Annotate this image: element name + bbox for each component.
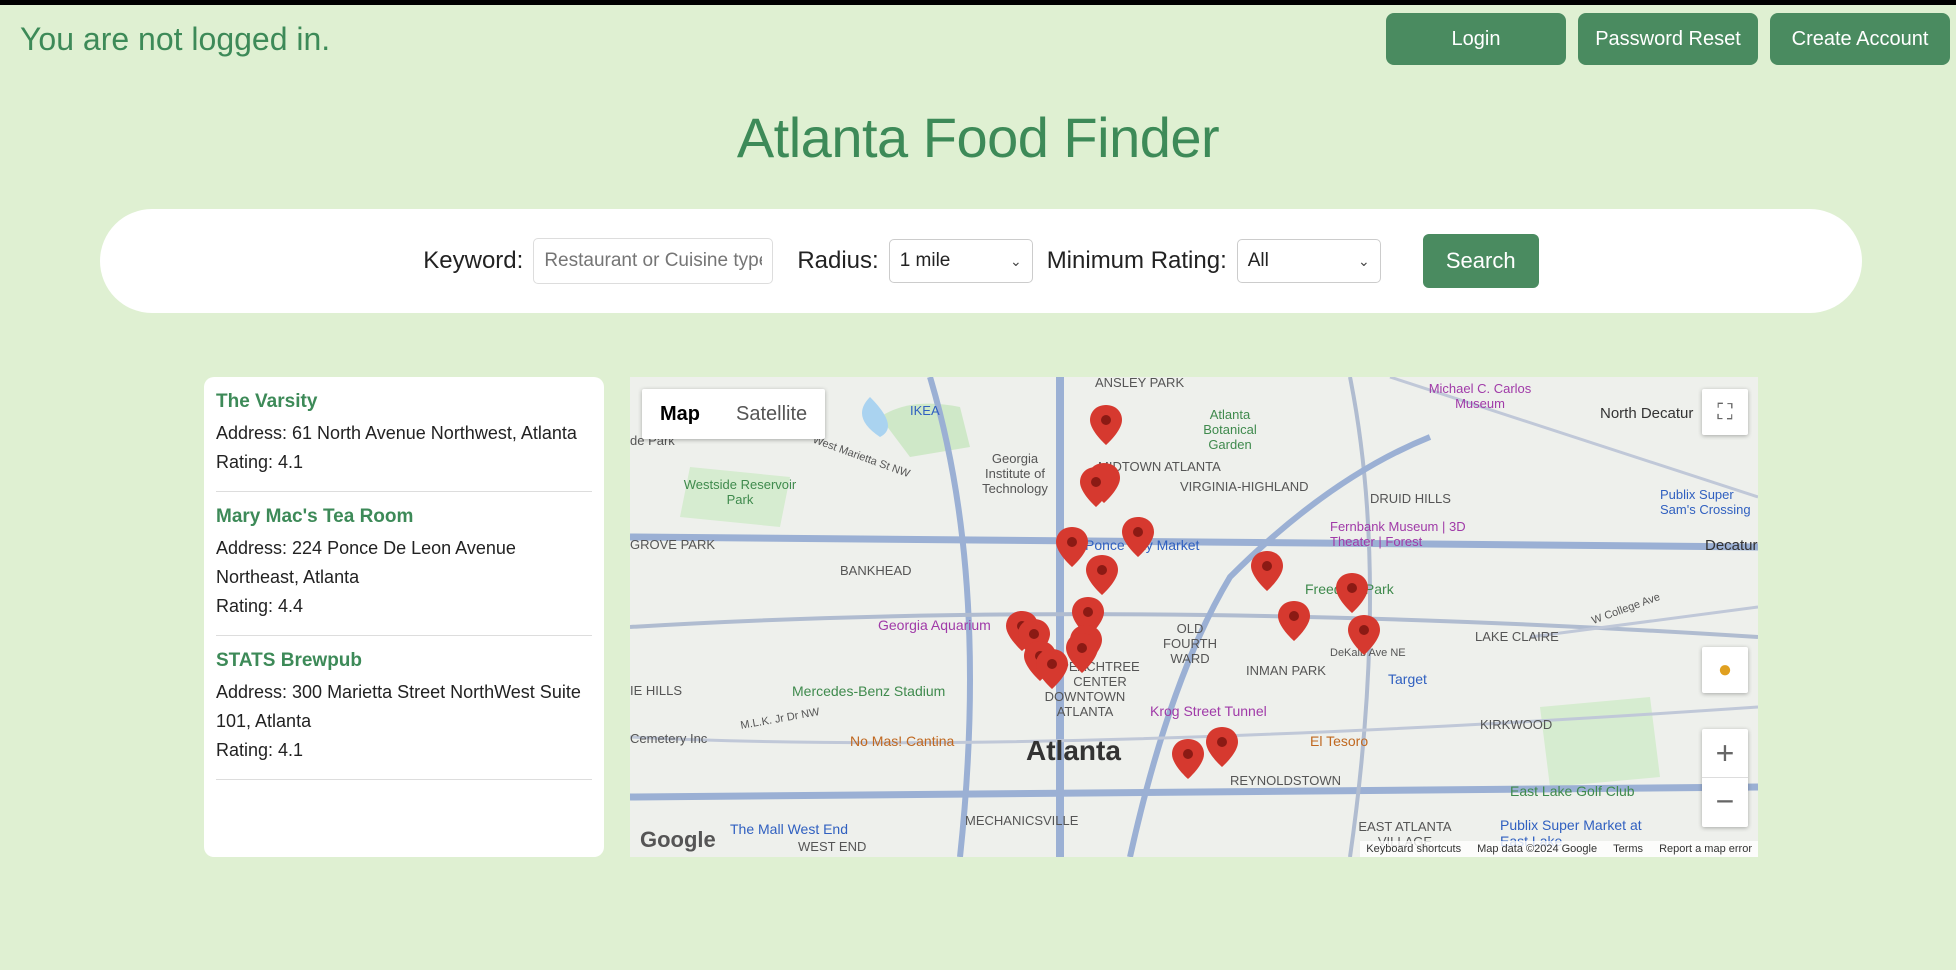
keyboard-shortcuts-link[interactable]: Keyboard shortcuts: [1366, 843, 1461, 855]
keyword-input[interactable]: [533, 238, 774, 284]
map-type-control: Map Satellite: [642, 389, 826, 439]
map-marker[interactable]: [1172, 739, 1204, 779]
map-marker[interactable]: [1122, 517, 1154, 557]
login-button[interactable]: Login: [1386, 13, 1566, 65]
restaurant-address: Address: 300 Marietta Street NorthWest S…: [216, 682, 581, 731]
map-marker[interactable]: [1086, 555, 1118, 595]
map-marker[interactable]: [1278, 601, 1310, 641]
fullscreen-icon: ⛶: [1717, 399, 1733, 424]
rating-value: All: [1247, 250, 1269, 271]
map-type-satellite-button[interactable]: Satellite: [718, 389, 825, 439]
create-account-button[interactable]: Create Account: [1770, 13, 1950, 65]
restaurant-rating: Rating: 4.1: [216, 740, 304, 760]
zoom-out-button[interactable]: −: [1702, 778, 1748, 826]
restaurant-rating: Rating: 4.1: [216, 452, 304, 472]
results-list: The Varsity Address: 61 North Avenue Nor…: [204, 377, 604, 857]
report-error-link[interactable]: Report a map error: [1659, 843, 1752, 855]
list-item[interactable]: The Varsity Address: 61 North Avenue Nor…: [216, 377, 592, 492]
restaurant-name[interactable]: Mary Mac's Tea Room: [216, 506, 592, 528]
radius-label: Radius:: [797, 247, 879, 274]
map-data-text: Map data ©2024 Google: [1477, 843, 1598, 855]
map-marker[interactable]: [1080, 467, 1112, 507]
restaurant-address: Address: 61 North Avenue Northwest, Atla…: [216, 423, 577, 443]
map-marker[interactable]: [1056, 527, 1088, 567]
restaurant-address: Address: 224 Ponce De Leon Avenue Northe…: [216, 538, 516, 587]
pegman-icon: ●: [1717, 656, 1733, 683]
map-marker[interactable]: [1090, 405, 1122, 445]
map-marker[interactable]: [1336, 573, 1368, 613]
search-bar: Keyword: Radius: 1 mile ⌄ Minimum Rating…: [100, 209, 1862, 313]
marker-layer: [1006, 405, 1380, 779]
rating-label: Minimum Rating:: [1046, 247, 1227, 274]
map-marker[interactable]: [1206, 727, 1238, 767]
page-title: Atlanta Food Finder: [736, 106, 1220, 169]
map-marker[interactable]: [1348, 615, 1380, 655]
fullscreen-button[interactable]: ⛶: [1702, 389, 1748, 435]
password-reset-button[interactable]: Password Reset: [1578, 13, 1758, 65]
map-attribution: Keyboard shortcuts Map data ©2024 Google…: [1360, 841, 1758, 857]
restaurant-name[interactable]: STATS Brewpub: [216, 650, 592, 672]
map-marker[interactable]: [1036, 649, 1068, 689]
chevron-down-icon: ⌄: [1358, 252, 1370, 269]
list-item[interactable]: Mary Mac's Tea Room Address: 224 Ponce D…: [216, 492, 592, 636]
chevron-down-icon: ⌄: [1009, 252, 1022, 269]
map-type-map-button[interactable]: Map: [642, 389, 718, 439]
map-marker[interactable]: [1251, 551, 1283, 591]
login-status-text: You are not logged in.: [20, 21, 331, 57]
radius-select[interactable]: 1 mile ⌄: [888, 239, 1033, 283]
keyword-label: Keyword:: [423, 247, 524, 274]
radius-value: 1 mile: [899, 250, 951, 271]
minus-icon: −: [1715, 783, 1735, 819]
restaurant-name[interactable]: The Varsity: [216, 391, 592, 413]
plus-icon: +: [1715, 735, 1735, 771]
zoom-control: + −: [1702, 729, 1748, 827]
search-button[interactable]: Search: [1422, 234, 1539, 288]
street-view-pegman[interactable]: ●: [1702, 647, 1748, 693]
list-item[interactable]: STATS Brewpub Address: 300 Marietta Stre…: [216, 636, 592, 780]
terms-link[interactable]: Terms: [1613, 843, 1643, 855]
google-logo: Google: [640, 827, 716, 852]
rating-select[interactable]: All ⌄: [1236, 239, 1381, 283]
zoom-in-button[interactable]: +: [1702, 729, 1748, 778]
map-marker[interactable]: [1066, 633, 1098, 673]
map-view[interactable]: ANSLEY PARK Atlanta Botanical Garden Mic…: [630, 377, 1758, 857]
restaurant-rating: Rating: 4.4: [216, 596, 304, 616]
auth-buttons: Login Password Reset Create Account: [1386, 13, 1950, 65]
